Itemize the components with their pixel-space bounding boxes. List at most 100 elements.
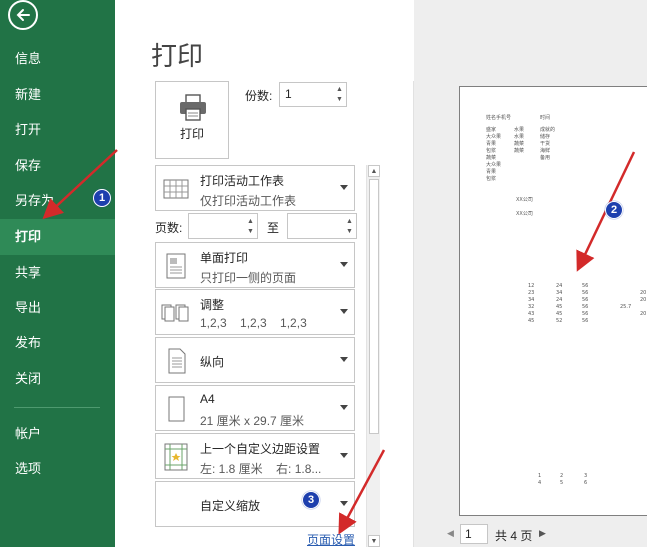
paper-size-dropdown[interactable]: A4 21 厘米 x 29.7 厘米 [155, 385, 355, 431]
preview-number: 56 [582, 290, 589, 296]
nav-new[interactable]: 新建 [0, 77, 115, 113]
preview-number: 45 [528, 318, 535, 324]
chevron-down-icon [340, 453, 348, 458]
preview-number: 45 [556, 304, 563, 310]
paper-size-desc: 21 厘米 x 29.7 厘米 [200, 414, 305, 428]
collate-label: 调整 [200, 298, 225, 312]
nav-print[interactable]: 打印 [0, 219, 115, 255]
portrait-page-icon [168, 348, 186, 374]
scaling-label: 自定义缩放 [200, 499, 261, 513]
preview-number: 12 [528, 283, 535, 289]
preview-cell: 蔬菜 [486, 155, 497, 161]
back-arrow-icon [16, 9, 30, 21]
preview-note: XX公司 [516, 197, 533, 203]
sides-label: 单面打印 [200, 251, 249, 265]
preview-number: 56 [582, 297, 589, 303]
preview-number: 1 [538, 473, 542, 479]
nav-share[interactable]: 共享 [0, 255, 115, 291]
preview-number: 45 [556, 311, 563, 317]
preview-cell: 包浆 [486, 176, 497, 182]
print-what-label: 打印活动工作表 [200, 174, 285, 188]
one-sided-icon [166, 253, 186, 279]
nav-info[interactable]: 信息 [0, 41, 115, 77]
sides-dropdown[interactable]: 单面打印 只打印一侧的页面 [155, 242, 355, 288]
preview-number: 4 [538, 480, 542, 486]
settings-scrollbar[interactable]: ▲ ▼ [366, 165, 380, 547]
annotation-badge-2: 2 [605, 201, 623, 219]
scroll-down-icon[interactable]: ▼ [368, 535, 380, 547]
preview-number: 20 [640, 297, 647, 303]
preview-cell: 青果 [486, 169, 497, 175]
preview-cell: 水果 [514, 127, 525, 133]
collate-desc: 1,2,3 1,2,3 1,2,3 [200, 316, 307, 330]
preview-header-2: 时间 [540, 115, 551, 121]
preview-note: XX公司 [516, 211, 533, 217]
margins-dropdown[interactable]: 上一个自定义边距设置 左: 1.8 厘米 右: 1.8... [155, 433, 355, 479]
preview-number: 56 [582, 283, 589, 289]
preview-page: 姓名手机号 时间 盛家 水果 成就的 大众果 水果 储存 青果 蔬菜 干货 包浆… [459, 86, 647, 516]
print-button-label: 打印 [179, 127, 204, 141]
preview-cell: 蔬菜 [514, 148, 525, 154]
annotation-badge-1: 1 [93, 189, 111, 207]
nav-save[interactable]: 保存 [0, 148, 115, 184]
preview-number: 6 [584, 480, 588, 486]
page-setup-link[interactable]: 页面设置 [307, 531, 355, 547]
scroll-thumb[interactable] [369, 179, 379, 434]
preview-number: 56 [582, 311, 589, 317]
preview-cell: 储存 [540, 134, 551, 140]
pages-to-input[interactable]: ▲ ▼ [287, 213, 357, 239]
nav-publish[interactable]: 发布 [0, 325, 115, 361]
preview-cell: 成就的 [540, 127, 556, 133]
nav-export[interactable]: 导出 [0, 290, 115, 326]
preview-number: 56 [582, 318, 589, 324]
pages-to-down-icon[interactable]: ▼ [345, 227, 354, 236]
sides-desc: 只打印一侧的页面 [200, 271, 297, 285]
scaling-dropdown[interactable]: 自定义缩放 [155, 481, 355, 527]
preview-number: 3 [584, 473, 588, 479]
preview-number: 23 [528, 290, 535, 296]
nav-options[interactable]: 选项 [0, 451, 115, 487]
sheet-grid-icon [163, 179, 189, 199]
nav-close[interactable]: 关闭 [0, 361, 115, 397]
preview-cell: 青果 [486, 141, 497, 147]
collate-dropdown[interactable]: 调整 1,2,3 1,2,3 1,2,3 [155, 289, 355, 335]
pages-from-up-icon[interactable]: ▲ [246, 217, 255, 226]
copies-up-icon[interactable]: ▲ [335, 85, 344, 94]
preview-number: 52 [556, 318, 563, 324]
margins-desc: 左: 1.8 厘米 右: 1.8... [200, 462, 322, 476]
print-what-dropdown[interactable]: 打印活动工作表 仅打印活动工作表 [155, 165, 355, 211]
print-button[interactable]: 打印 [155, 81, 229, 159]
pages-from-down-icon[interactable]: ▼ [246, 227, 255, 236]
nav-account[interactable]: 帐户 [0, 416, 115, 452]
preview-number: 34 [556, 290, 563, 296]
chevron-down-icon [340, 501, 348, 506]
copies-down-icon[interactable]: ▼ [335, 95, 344, 104]
preview-cell: 包浆 [486, 148, 497, 154]
nav-open[interactable]: 打开 [0, 112, 115, 148]
prev-page-icon[interactable]: ◀ [447, 528, 454, 539]
pages-to-up-icon[interactable]: ▲ [345, 217, 354, 226]
preview-number: 24 [556, 283, 563, 289]
scroll-up-icon[interactable]: ▲ [368, 165, 380, 177]
preview-cell: 海鲜 [540, 148, 551, 154]
preview-number: 43 [528, 311, 535, 317]
chevron-down-icon [340, 405, 348, 410]
back-button[interactable] [8, 0, 38, 30]
orientation-dropdown[interactable]: 纵向 [155, 337, 355, 383]
chevron-down-icon [340, 309, 348, 314]
preview-number: 32 [528, 304, 535, 310]
preview-cell: 盛家 [486, 127, 497, 133]
preview-number: 20 [640, 290, 647, 296]
paper-size-label: A4 [200, 392, 215, 406]
current-page-input[interactable]: 1 [460, 524, 488, 544]
next-page-icon[interactable]: ▶ [539, 528, 546, 539]
preview-number: 56 [582, 304, 589, 310]
preview-number: 2 [560, 473, 564, 479]
sidebar-divider [14, 407, 100, 408]
preview-number: 20 [640, 311, 647, 317]
preview-number: 25.7 [620, 304, 632, 310]
annotation-badge-3: 3 [302, 491, 320, 509]
pages-from-input[interactable]: ▲ ▼ [188, 213, 258, 239]
paper-size-icon [168, 396, 185, 422]
copies-stepper[interactable]: 1 ▲ ▼ [279, 82, 347, 107]
